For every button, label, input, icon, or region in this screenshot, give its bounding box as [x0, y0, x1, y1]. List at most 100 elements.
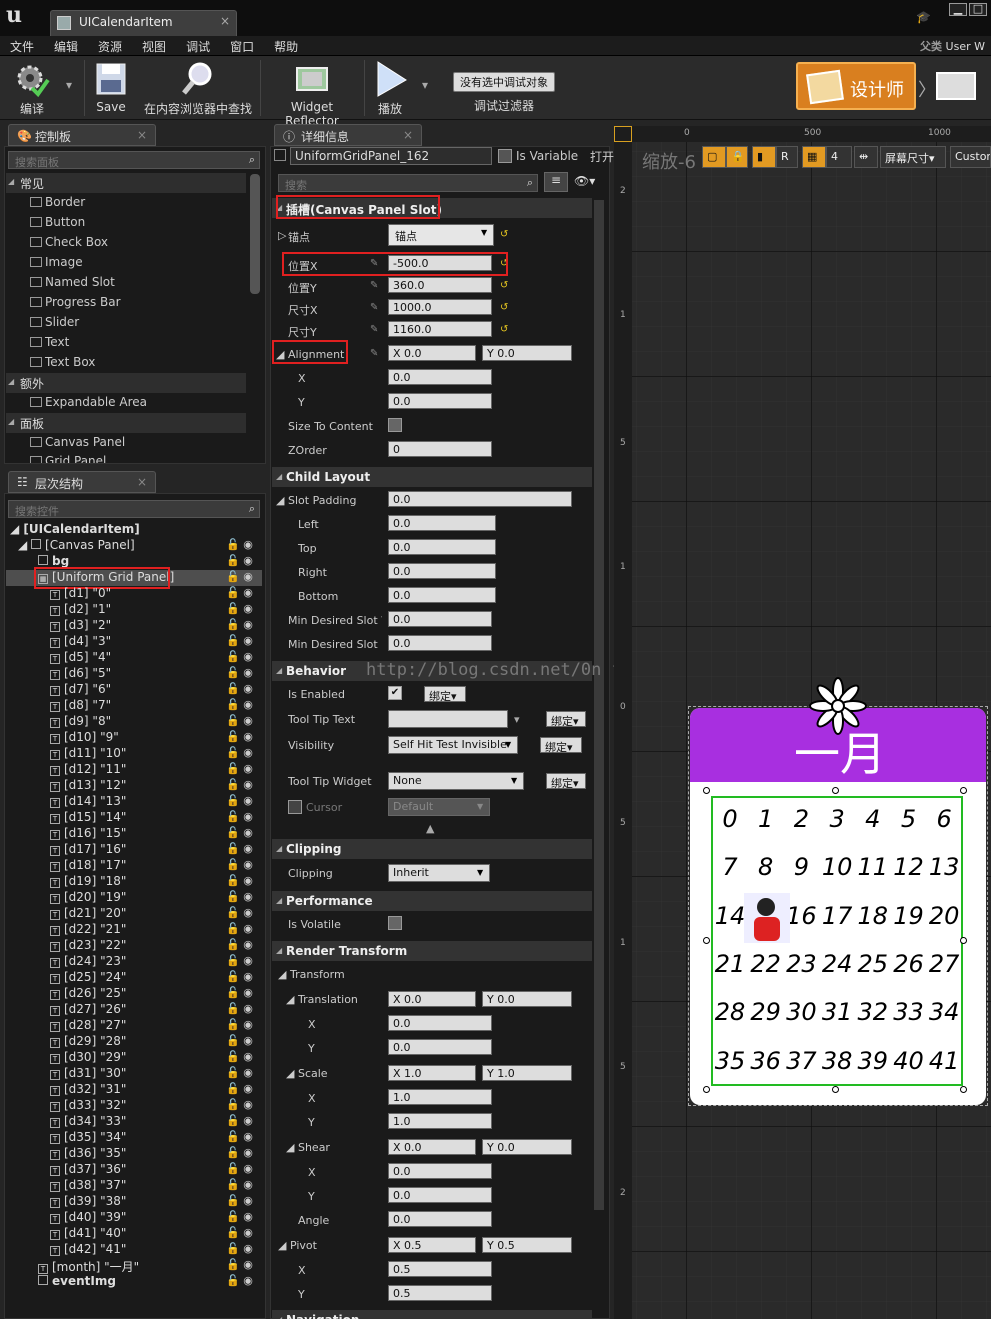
tree-day-item[interactable]: T [d12] "11" [50, 762, 126, 776]
eye-icon[interactable]: ◉ [243, 1018, 253, 1031]
tree-bg[interactable]: bg [38, 554, 69, 568]
alignment-x-sub-input[interactable]: 0.0 [388, 369, 492, 385]
tree-day-item[interactable]: T [d40] "39" [50, 1210, 126, 1224]
pivot-x-sub-input[interactable]: 0.5 [388, 1261, 492, 1277]
eye-icon[interactable]: ◉ [243, 938, 253, 951]
hierarchy-search-input[interactable]: 搜索控件 ⌕ [8, 500, 260, 518]
resize-handle[interactable] [703, 1086, 710, 1093]
resize-handle[interactable] [960, 1086, 967, 1093]
menu-edit[interactable]: 编辑 [44, 36, 88, 57]
eye-icon[interactable]: ◉ [243, 650, 253, 663]
lock-icon[interactable]: 🔓 [226, 986, 240, 999]
reset-icon[interactable]: ↺ [500, 280, 508, 291]
lock-icon[interactable]: 🔓 [226, 570, 240, 583]
details-search-input[interactable]: 搜索 ⌕ [278, 174, 538, 192]
eye-icon[interactable]: ◉ [243, 682, 253, 695]
shear-x-sub-input[interactable]: 0.0 [388, 1163, 492, 1179]
scale-x-input[interactable]: X 1.0 [388, 1065, 476, 1081]
reset-icon[interactable]: ↺ [500, 302, 508, 313]
scale-y-input[interactable]: Y 1.0 [482, 1065, 572, 1081]
resize-handle[interactable] [832, 787, 839, 794]
calendar-day[interactable]: 5 [891, 805, 927, 833]
minimize-button[interactable]: ▁ [949, 3, 967, 16]
padding-left-input[interactable]: 0.0 [388, 515, 496, 531]
shear-x-input[interactable]: X 0.0 [388, 1139, 476, 1155]
eye-icon[interactable]: ◉ [243, 954, 253, 967]
resize-handle[interactable] [703, 937, 710, 944]
details-scrollbar[interactable] [594, 200, 604, 1210]
min-desired-height-input[interactable]: 0.0 [388, 635, 492, 651]
size-x-input[interactable]: 1000.0 [388, 299, 492, 315]
lock-icon[interactable]: 🔓 [226, 554, 240, 567]
calendar-day[interactable]: 10 [819, 853, 855, 881]
calendar-day[interactable]: 28 [712, 998, 748, 1026]
tree-day-item[interactable]: T [d15] "14" [50, 810, 126, 824]
binding-icon[interactable]: ✎ [370, 302, 378, 313]
eye-icon[interactable]: ◉ [243, 1242, 253, 1255]
menu-file[interactable]: 文件 [0, 36, 44, 57]
eye-icon[interactable]: ◉ [243, 634, 253, 647]
lock-icon[interactable]: 🔓 [226, 1098, 240, 1111]
tree-day-item[interactable]: T [d42] "41" [50, 1242, 126, 1256]
padding-top-input[interactable]: 0.0 [388, 539, 496, 555]
is-enabled-bind-button[interactable]: 绑定▾ [424, 686, 466, 703]
calendar-day[interactable]: 7 [712, 853, 748, 881]
respect-locks-icon[interactable]: ▮ [752, 146, 776, 168]
parent-class-value[interactable]: User W [946, 40, 985, 53]
eye-icon[interactable]: ◉ [243, 554, 253, 567]
graduation-cap-icon[interactable]: 🎓 [916, 10, 931, 24]
screen-size-dropdown[interactable]: 屏幕尺寸▾ [880, 146, 946, 168]
tree-day-item[interactable]: T [d24] "23" [50, 954, 126, 968]
pivot-y-input[interactable]: Y 0.5 [482, 1237, 572, 1253]
performance-section[interactable]: Performance [272, 891, 592, 911]
tree-day-item[interactable]: T [d1] "0" [50, 586, 111, 600]
palette-search-input[interactable]: 搜索面板 ⌕ [8, 151, 260, 169]
tree-day-item[interactable]: T [d22] "21" [50, 922, 126, 936]
tree-event-img[interactable]: eventImg [38, 1274, 116, 1288]
palette-item-expandable-area[interactable]: Expandable Area [30, 395, 147, 409]
clipping-section[interactable]: Clipping [272, 839, 592, 859]
eye-icon[interactable]: ◉ [243, 1066, 253, 1079]
tree-day-item[interactable]: T [d19] "18" [50, 874, 126, 888]
eye-icon[interactable]: ◉ [243, 890, 253, 903]
is-volatile-checkbox[interactable] [388, 916, 402, 930]
is-enabled-checkbox[interactable]: ✔ [388, 686, 402, 700]
eye-icon[interactable]: ◉ [243, 970, 253, 983]
compile-button[interactable]: 编译 [4, 56, 60, 120]
lock-icon[interactable]: 🔓 [226, 1034, 240, 1047]
palette-item-checkbox[interactable]: Check Box [30, 235, 108, 249]
calendar-day[interactable]: 6 [926, 805, 962, 833]
calendar-day[interactable]: 32 [855, 998, 891, 1026]
widget-name-input[interactable]: UniformGridPanel_162 [290, 147, 492, 165]
calendar-day[interactable]: 18 [855, 902, 891, 930]
tooltip-bind-button[interactable]: 绑定▾ [546, 711, 586, 728]
calendar-day[interactable]: 24 [819, 950, 855, 978]
palette-category-common[interactable]: 常见 [6, 173, 246, 193]
eye-icon[interactable]: ◉ [243, 874, 253, 887]
shear-y-input[interactable]: Y 0.0 [482, 1139, 572, 1155]
close-icon[interactable]: × [220, 14, 230, 28]
tree-canvas-panel[interactable]: ◢ [Canvas Panel] [18, 538, 135, 552]
navigation-section[interactable]: Navigation [272, 1310, 592, 1319]
collapse-advanced-icon[interactable]: ▲ [426, 822, 434, 835]
eye-icon[interactable]: ◉ [243, 602, 253, 615]
lock-icon[interactable]: 🔓 [226, 666, 240, 679]
play-dropdown-icon[interactable]: ▾ [418, 78, 432, 94]
visibility-eye-icon[interactable]: 👁▾ [574, 174, 595, 188]
tree-day-item[interactable]: T [d30] "29" [50, 1050, 126, 1064]
binding-icon[interactable]: ✎ [370, 348, 378, 359]
tree-day-item[interactable]: T [d7] "6" [50, 682, 111, 696]
eye-icon[interactable]: ◉ [243, 778, 253, 791]
widget-reflector-button[interactable]: Widget Reflector [264, 56, 360, 128]
zorder-input[interactable]: 0 [388, 441, 492, 457]
lock-icon[interactable]: 🔓 [226, 602, 240, 615]
lock-icon[interactable]: 🔓 [226, 1082, 240, 1095]
binding-icon[interactable]: ✎ [370, 324, 378, 335]
eye-icon[interactable]: ◉ [243, 858, 253, 871]
tree-day-item[interactable]: T [d5] "4" [50, 650, 111, 664]
palette-category-extra[interactable]: 额外 [6, 373, 246, 393]
resize-handle[interactable] [703, 787, 710, 794]
translation-y-sub-input[interactable]: 0.0 [388, 1039, 492, 1055]
tree-day-item[interactable]: T [d32] "31" [50, 1082, 126, 1096]
calendar-day[interactable]: 19 [891, 902, 927, 930]
